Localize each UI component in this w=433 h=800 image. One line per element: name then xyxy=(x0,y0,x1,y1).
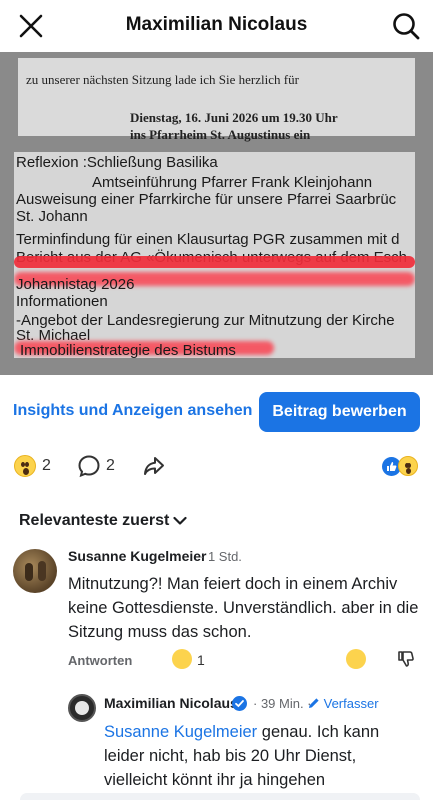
reaction-bar: 2 2 xyxy=(0,445,433,490)
agenda-line: Ausweisung einer Pfarrkirche für unsere … xyxy=(16,191,397,208)
reply-text: Susanne Kugelmeier genau. Ich kann leide… xyxy=(104,720,424,792)
reaction-count[interactable]: 2 xyxy=(42,457,51,475)
post-actions: Insights und Anzeigen ansehen Beitrag be… xyxy=(0,375,433,445)
comment-reaction-count[interactable]: 1 xyxy=(197,652,205,668)
promote-post-button[interactable]: Beitrag bewerben xyxy=(259,392,420,432)
reply-button[interactable]: Antworten xyxy=(68,653,132,668)
agenda-line: Immobilienstrategie des Bistums xyxy=(20,342,236,358)
chevron-down-icon xyxy=(173,516,187,525)
agenda-line: Reflexion :Schließung Basilika xyxy=(16,154,218,171)
search-icon[interactable] xyxy=(391,11,421,41)
verified-icon xyxy=(232,696,247,711)
reply-time: · 39 Min. · xyxy=(253,696,312,711)
agenda-line: St. Johann xyxy=(16,208,88,225)
agenda-line: Johannistag 2026 xyxy=(16,276,135,293)
place-line: ins Pfarrheim St. Augustinus ein xyxy=(130,127,311,142)
avatar[interactable] xyxy=(13,549,57,593)
react-button-icon[interactable] xyxy=(346,649,366,669)
share-icon[interactable] xyxy=(142,454,166,478)
photo-agenda-sheet: Reflexion :Schließung Basilika Amtseinfü… xyxy=(14,152,415,358)
comment-author[interactable]: Susanne Kugelmeier xyxy=(68,548,207,564)
page-title: Maximilian Nicolaus xyxy=(125,14,308,35)
reply-author[interactable]: Maximilian Nicolaus xyxy=(104,695,238,711)
sort-label: Relevanteste zuerst xyxy=(19,512,170,529)
red-highlight-mark xyxy=(14,256,415,268)
comment-text: Mitnutzung?! Man feiert doch in einem Ar… xyxy=(68,575,419,641)
wow-reaction-icon[interactable] xyxy=(14,455,36,477)
agenda-line: Informationen xyxy=(16,293,108,310)
author-badge: Verfasser xyxy=(308,696,379,711)
wow-icon[interactable] xyxy=(398,456,418,476)
post-photo[interactable]: zu unserer nächsten Sitzung lade ich Sie… xyxy=(0,52,433,375)
avatar[interactable] xyxy=(68,694,96,722)
pencil-icon xyxy=(309,698,319,708)
agenda-line: Amtseinführung Pfarrer Frank Kleinjohann xyxy=(92,174,373,191)
comment-time: · 1 Std. xyxy=(200,549,242,564)
photo-invite-sheet: zu unserer nächsten Sitzung lade ich Sie… xyxy=(18,58,415,142)
comment-sort-dropdown[interactable]: Relevanteste zuerst xyxy=(19,512,187,530)
invite-line: zu unserer nächsten Sitzung lade ich Sie… xyxy=(26,72,299,87)
top-bar: Maximilian Nicolaus xyxy=(0,0,433,52)
dislike-icon[interactable] xyxy=(396,649,416,669)
insights-link[interactable]: Insights und Anzeigen ansehen xyxy=(13,402,252,420)
comment-icon[interactable] xyxy=(77,454,101,478)
comment-composer-edge xyxy=(20,793,420,800)
date-line: Dienstag, 16. Juni 2026 um 19.30 Uhr xyxy=(130,110,338,125)
comment-count[interactable]: 2 xyxy=(106,457,115,475)
mention-link[interactable]: Susanne Kugelmeier xyxy=(104,723,257,741)
wow-reaction-icon[interactable] xyxy=(172,649,192,669)
author-badge-label: Verfasser xyxy=(323,696,379,711)
agenda-line: Terminfindung für einen Klausurtag PGR z… xyxy=(16,231,400,248)
